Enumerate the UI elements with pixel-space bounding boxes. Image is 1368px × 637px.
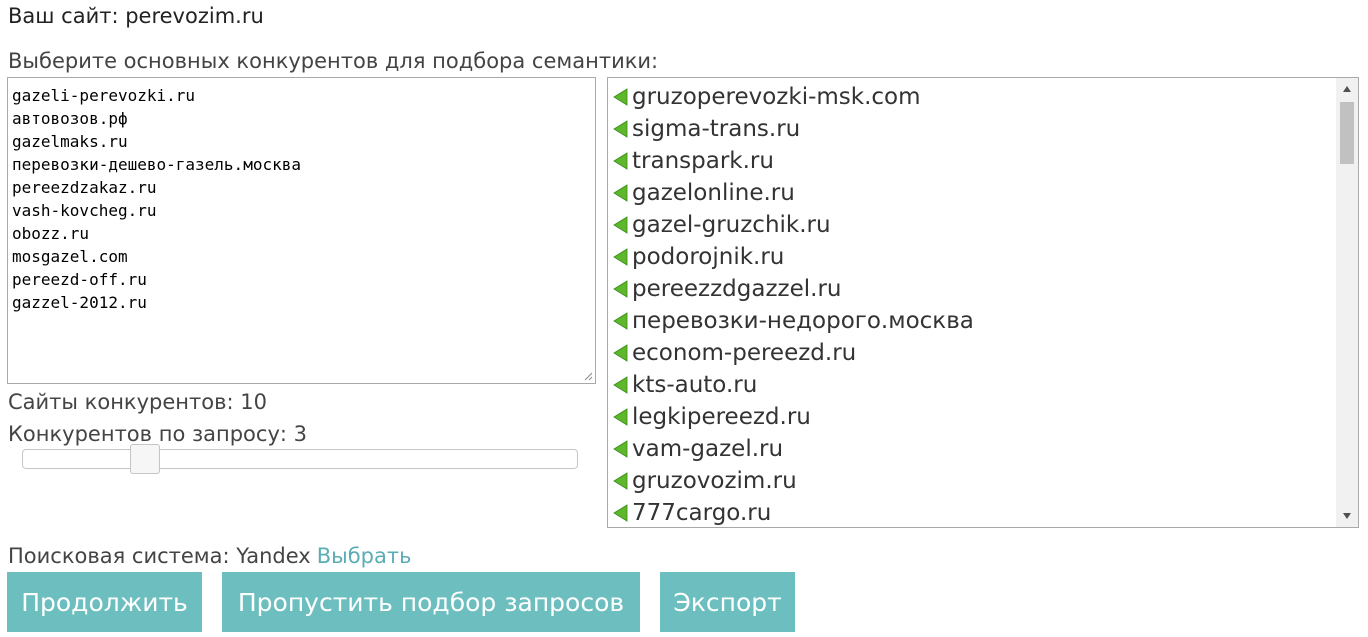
competitor-line: gazeli-perevozki.ru xyxy=(12,86,196,105)
suggestion-label[interactable]: podorojnik.ru xyxy=(632,244,784,270)
suggestion-label[interactable]: kts-auto.ru xyxy=(632,372,757,398)
arrow-left-icon[interactable] xyxy=(608,248,632,266)
arrow-left-icon[interactable] xyxy=(608,152,632,170)
arrow-left-icon[interactable] xyxy=(608,312,632,330)
arrow-left-icon[interactable] xyxy=(608,344,632,362)
suggestion-label[interactable]: gruzovozim.ru xyxy=(632,468,797,494)
scroll-up-button[interactable] xyxy=(1336,78,1358,100)
site-title: Ваш сайт: perevozim.ru xyxy=(8,4,264,28)
competitor-line: pereezdzakaz.ru xyxy=(12,178,157,197)
page: Ваш сайт: perevozim.ru Выберите основных… xyxy=(0,0,1368,637)
arrow-left-icon[interactable] xyxy=(608,120,632,138)
suggestion-item[interactable]: sigma-trans.ru xyxy=(608,113,1334,145)
suggestion-label[interactable]: gruzoperevozki-msk.com xyxy=(632,84,921,110)
arrow-left-icon[interactable] xyxy=(608,376,632,394)
suggestion-label[interactable]: gazelonline.ru xyxy=(632,180,795,206)
triangle-up-icon xyxy=(1343,86,1351,92)
resize-grip-icon[interactable] xyxy=(584,372,593,381)
suggestion-label[interactable]: перевозки-недорого.москва xyxy=(632,308,974,334)
suggestion-item[interactable]: transpark.ru xyxy=(608,145,1334,177)
scroll-down-button[interactable] xyxy=(1336,505,1358,527)
continue-button[interactable]: Продолжить xyxy=(7,572,202,632)
competitor-line: gazzel-2012.ru xyxy=(12,293,147,312)
arrow-left-icon[interactable] xyxy=(608,216,632,234)
search-engine-line: Поисковая система: Yandex Выбрать xyxy=(8,542,411,570)
competitor-line: автовозов.рф xyxy=(12,109,128,128)
suggestions: gruzoperevozki-msk.com sigma-trans.ru tran… xyxy=(608,81,1334,527)
suggested-competitors-list: gruzoperevozki-msk.com sigma-trans.ru tran… xyxy=(607,77,1359,528)
suggestion-label[interactable]: vam-gazel.ru xyxy=(632,436,783,462)
suggestion-item[interactable]: podorojnik.ru xyxy=(608,241,1334,273)
search-engine-label: Поисковая система: Yandex xyxy=(8,544,311,568)
arrow-left-icon[interactable] xyxy=(608,472,632,490)
arrow-left-icon[interactable] xyxy=(608,408,632,426)
competitor-line: vash-kovcheg.ru xyxy=(12,201,157,220)
suggestion-item[interactable]: pereezzdgazzel.ru xyxy=(608,273,1334,305)
competitor-line: obozz.ru xyxy=(12,224,90,243)
select-engine-link[interactable]: Выбрать xyxy=(317,544,412,568)
arrow-left-icon[interactable] xyxy=(608,440,632,458)
suggestion-label[interactable]: 777cargo.ru xyxy=(632,500,771,526)
suggestion-item[interactable]: gruzoperevozki-msk.com xyxy=(608,81,1334,113)
skip-query-selection-button[interactable]: Пропустить подбор запросов xyxy=(222,572,640,632)
suggestion-item[interactable]: gazelonline.ru xyxy=(608,177,1334,209)
suggestion-label[interactable]: transpark.ru xyxy=(632,148,774,174)
export-button[interactable]: Экспорт xyxy=(660,572,795,632)
suggestion-label[interactable]: sigma-trans.ru xyxy=(632,116,800,142)
scroll-thumb[interactable] xyxy=(1340,102,1354,164)
suggestion-label[interactable]: econom-pereezd.ru xyxy=(632,340,856,366)
suggestion-item[interactable]: legkipereezd.ru xyxy=(608,401,1334,433)
suggestion-label[interactable]: legkipereezd.ru xyxy=(632,404,811,430)
suggestion-item[interactable]: gazel-gruzchik.ru xyxy=(608,209,1334,241)
competitors-prompt: Выберите основных конкурентов для подбор… xyxy=(8,49,659,73)
arrow-left-icon[interactable] xyxy=(608,504,632,522)
suggestion-label[interactable]: gazel-gruzchik.ru xyxy=(632,212,831,238)
competitor-line: перевозки-дешево-газель.москва xyxy=(12,155,301,174)
suggestion-item[interactable]: gruzovozim.ru xyxy=(608,465,1334,497)
competitor-line: pereezd-off.ru xyxy=(12,270,147,289)
competitors-textarea[interactable]: gazeli-perevozki.ru автовозов.рф gazelmaks… xyxy=(7,77,596,384)
competitors-count: Сайты конкурентов: 10 xyxy=(8,390,267,414)
suggestion-label[interactable]: pereezzdgazzel.ru xyxy=(632,276,841,302)
suggestion-item[interactable]: перевозки-недорого.москва xyxy=(608,305,1334,337)
suggestion-item[interactable]: econom-pereezd.ru xyxy=(608,337,1334,369)
competitors-per-query-slider[interactable] xyxy=(22,444,578,474)
suggestion-item[interactable]: 777cargo.ru xyxy=(608,497,1334,527)
triangle-down-icon xyxy=(1343,513,1351,519)
suggestion-item[interactable]: vam-gazel.ru xyxy=(608,433,1334,465)
competitor-line: gazelmaks.ru xyxy=(12,132,128,151)
arrow-left-icon[interactable] xyxy=(608,184,632,202)
arrow-left-icon[interactable] xyxy=(608,88,632,106)
slider-handle[interactable] xyxy=(130,444,160,474)
suggestion-item[interactable]: kts-auto.ru xyxy=(608,369,1334,401)
competitor-line: mosgazel.com xyxy=(12,247,128,266)
scrollbar[interactable] xyxy=(1336,78,1358,527)
arrow-left-icon[interactable] xyxy=(608,280,632,298)
